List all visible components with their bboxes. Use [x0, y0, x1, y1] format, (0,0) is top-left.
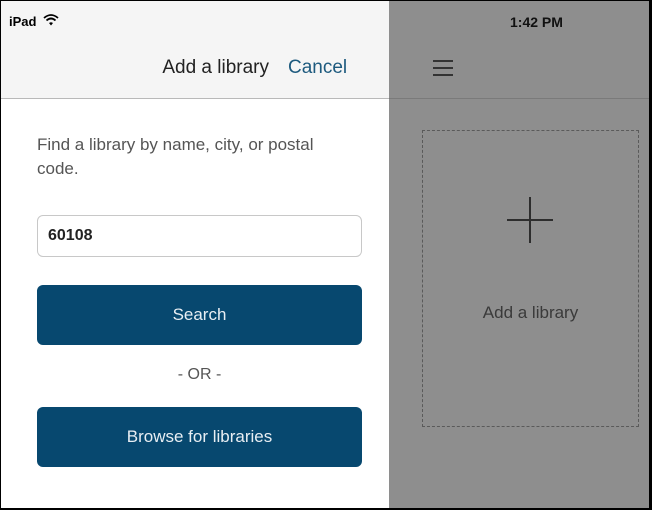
panel-header: Add a library Cancel: [1, 41, 389, 99]
add-library-tile-label: Add a library: [482, 303, 579, 322]
search-button[interactable]: Search: [37, 285, 362, 345]
wifi-icon: [43, 14, 59, 26]
add-library-tile[interactable]: Add a library: [422, 130, 639, 427]
search-instructions: Find a library by name, city, or postal …: [37, 135, 314, 178]
library-search-input[interactable]: [37, 215, 362, 257]
or-divider: - OR -: [177, 366, 222, 383]
plus-icon: [505, 195, 555, 245]
browse-libraries-button[interactable]: Browse for libraries: [37, 407, 362, 467]
status-bar-time: 1:42 PM: [510, 14, 563, 30]
add-library-panel: Add a library Cancel Find a library by n…: [1, 41, 389, 508]
main-header: [389, 41, 649, 99]
ipad-screen: iPad 1:42 PM Add a library Cancel Find a…: [0, 0, 650, 509]
cancel-button[interactable]: Cancel: [288, 57, 347, 79]
status-bar: iPad 1:42 PM: [1, 1, 649, 41]
status-bar-left: [1, 1, 389, 41]
hamburger-menu-icon[interactable]: [433, 60, 453, 76]
main-area: Add a library: [389, 41, 649, 508]
panel-title: Add a library: [162, 57, 269, 78]
device-label: iPad: [9, 14, 37, 29]
